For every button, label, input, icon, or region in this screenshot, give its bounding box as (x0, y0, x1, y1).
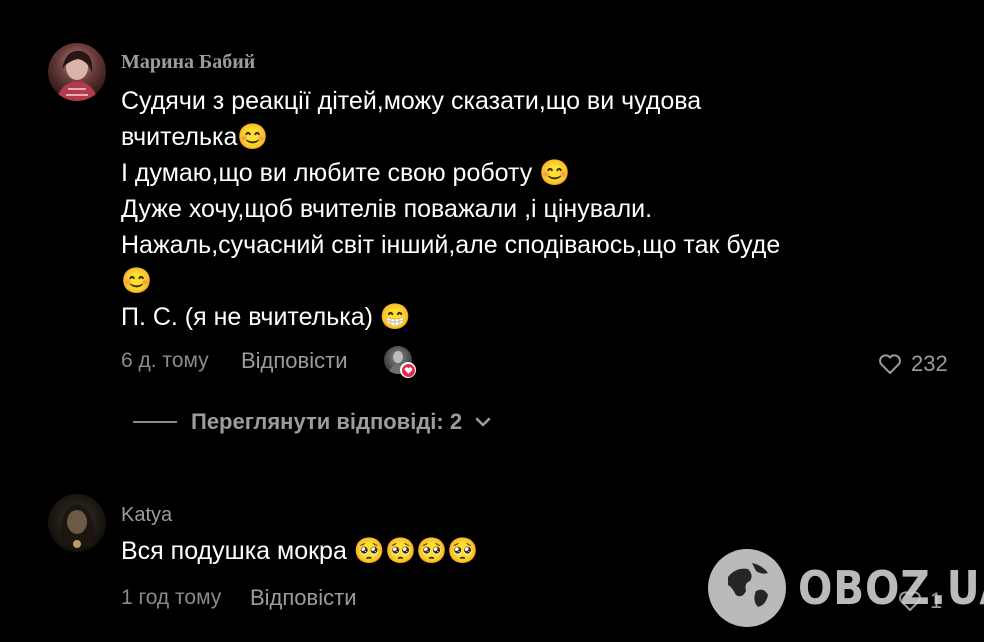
comment-line: Судячи з реакції дітей,можу сказати,що в… (121, 87, 702, 115)
comment-author[interactable]: Марина Бабий (121, 51, 255, 74)
like-count: 232 (911, 351, 948, 376)
reply-button[interactable]: Відповісти (241, 348, 348, 374)
avatar-image (56, 50, 98, 101)
avatar[interactable] (48, 494, 106, 552)
comment-time: 6 д. тому (121, 349, 209, 372)
comment-line: вчителька😊 (121, 123, 269, 151)
view-replies-label: Переглянути відповіді: 2 (191, 409, 463, 434)
globe-logo-icon (708, 549, 786, 627)
comment-line: І думаю,що ви любите свою роботу 😊 (121, 159, 571, 187)
comment-text: Судячи з реакції дітей,можу сказати,що в… (121, 83, 780, 335)
like-button[interactable]: 232 (878, 350, 948, 378)
reply-button[interactable]: Відповісти (250, 585, 357, 611)
oboz-watermark: OBOZ.UA (706, 543, 984, 633)
comment-line: Вся подушка мокра 🥺🥺🥺🥺 (121, 537, 479, 565)
comment-line: П. С. (я не вчителька) 😁 (121, 303, 412, 331)
comment-text: Вся подушка мокра 🥺🥺🥺🥺 (121, 533, 478, 569)
comment-time: 1 год тому (121, 586, 222, 609)
chevron-down-icon (475, 417, 491, 427)
comment-line: Нажаль,сучасний світ інший,але сподіваюс… (121, 231, 781, 259)
heart-icon (400, 362, 416, 378)
avatar[interactable] (48, 43, 106, 101)
heart-outline-icon (879, 354, 901, 374)
creator-liked-badge (384, 346, 416, 378)
avatar-image (59, 504, 95, 548)
comment-line: 😊 (121, 267, 153, 295)
comment-line: Дуже хочу,щоб вчителів поважали ,і цінув… (121, 195, 653, 223)
comment-author[interactable]: Katya (121, 504, 172, 527)
view-replies-button[interactable]: Переглянути відповіді: 2 (133, 407, 492, 437)
divider-line (133, 421, 177, 423)
watermark-text: OBOZ.UA (798, 561, 984, 615)
